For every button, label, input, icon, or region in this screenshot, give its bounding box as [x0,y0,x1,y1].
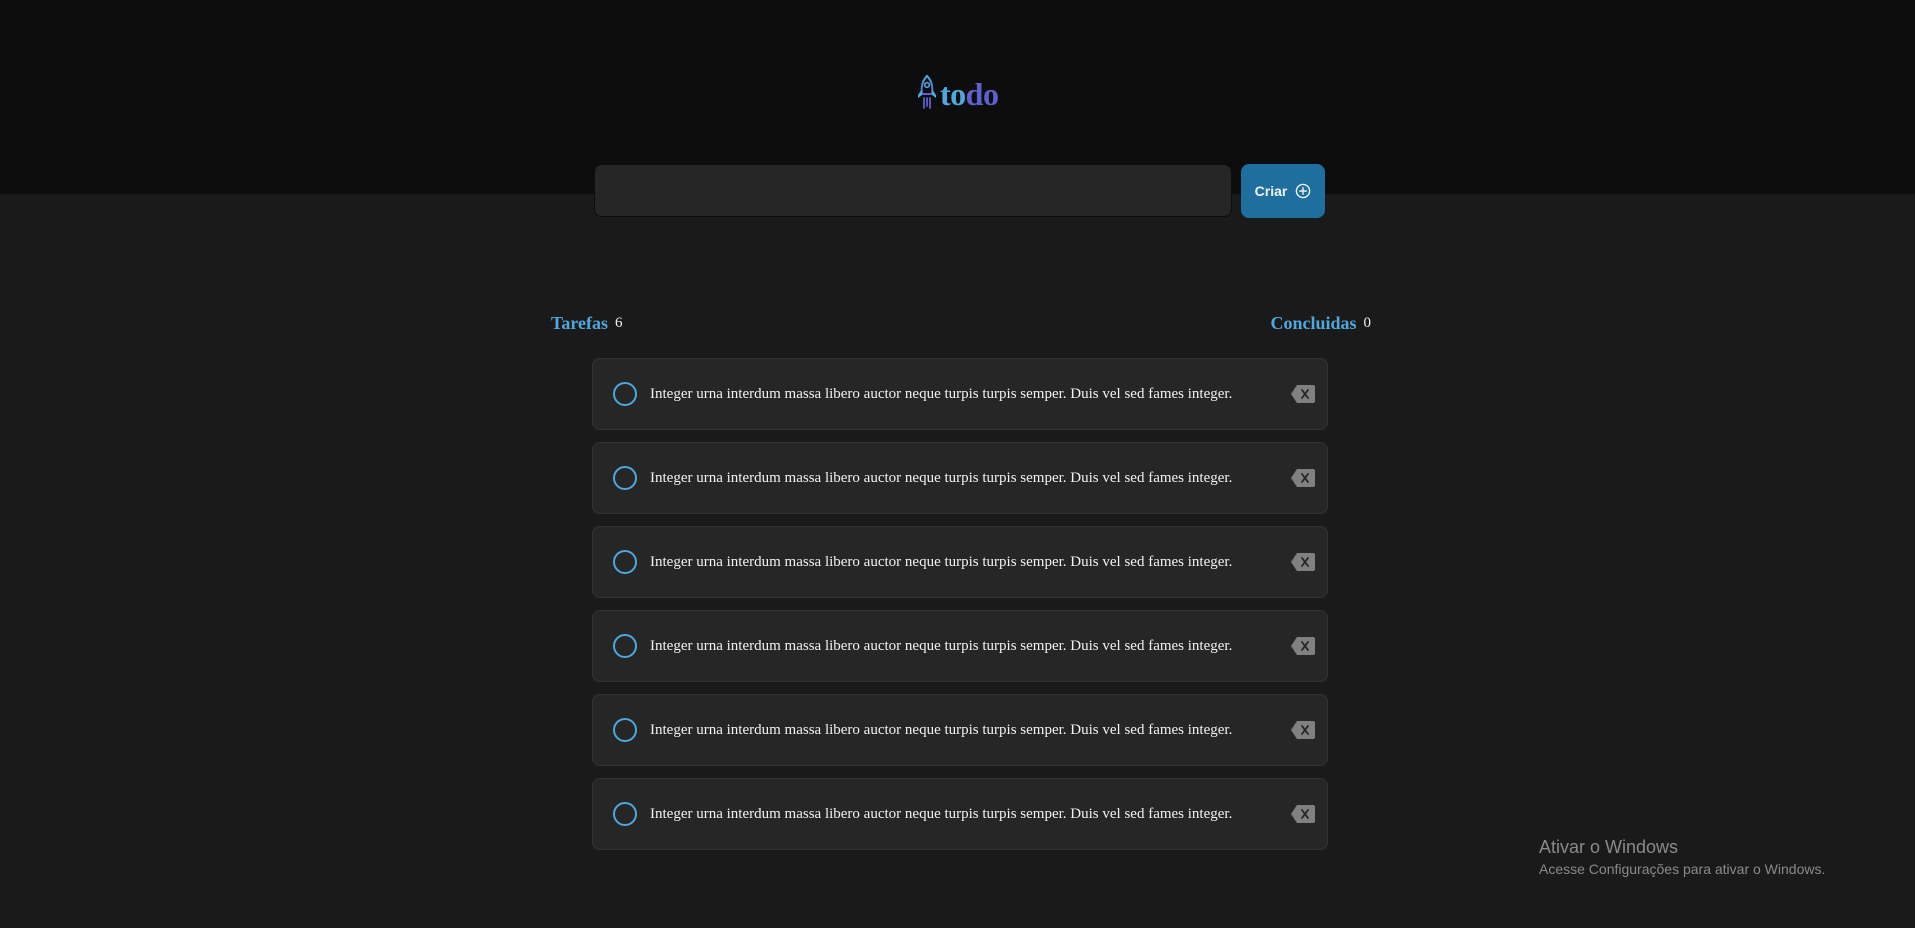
watermark-title: Ativar o Windows [1539,837,1679,857]
created-counter-label: Tarefas [551,312,609,333]
task-checkbox[interactable] [613,802,637,826]
task-text: Integer urna interdum massa libero aucto… [650,553,1233,570]
new-task-input[interactable] [594,164,1232,217]
trash-icon[interactable] [1289,548,1317,576]
task-list: Integer urna interdum massa libero aucto… [592,358,1328,850]
trash-icon[interactable] [1289,800,1317,828]
task-item: Integer urna interdum massa libero aucto… [592,694,1328,766]
trash-icon[interactable] [1289,380,1317,408]
created-counter-value: 6 [615,314,623,331]
plus-circle-icon [1295,183,1311,199]
task-text: Integer urna interdum massa libero aucto… [650,637,1233,654]
trash-icon[interactable] [1289,464,1317,492]
create-button[interactable]: Criar [1241,164,1325,218]
task-checkbox[interactable] [613,466,637,490]
task-item: Integer urna interdum massa libero aucto… [592,526,1328,598]
done-counter-value: 0 [1363,314,1372,331]
task-checkbox[interactable] [613,634,637,658]
task-checkbox[interactable] [613,382,637,406]
logo-text-to: to [940,76,966,112]
create-button-label: Criar [1254,183,1288,199]
created-counter: Tarefas 6 [551,313,623,334]
task-text: Integer urna interdum massa libero aucto… [650,721,1233,738]
trash-icon[interactable] [1289,716,1317,744]
rocket-icon [916,74,938,115]
logo-wordmark: todo [940,74,999,114]
watermark-subtitle: Acesse Configurações para ativar o Windo… [1539,861,1826,877]
task-item: Integer urna interdum massa libero aucto… [592,610,1328,682]
new-task-form: Criar [594,164,1325,218]
task-text: Integer urna interdum massa libero aucto… [650,469,1233,486]
task-text: Integer urna interdum massa libero aucto… [650,805,1233,822]
task-item: Integer urna interdum massa libero aucto… [592,778,1328,850]
task-text: Integer urna interdum massa libero aucto… [650,385,1233,402]
done-counter-label: Concluidas [1270,312,1357,333]
task-item: Integer urna interdum massa libero aucto… [592,358,1328,430]
logo-text-do: do [965,76,999,112]
trash-icon[interactable] [1289,632,1317,660]
windows-activation-watermark: Ativar o Windows Acesse Configurações pa… [1539,836,1825,879]
task-checkbox[interactable] [613,550,637,574]
app-logo: todo [916,72,999,116]
task-item: Integer urna interdum massa libero aucto… [592,442,1328,514]
task-counters: Tarefas 6 Concluidas 0 [551,310,1371,336]
done-counter: Concluidas 0 [1270,313,1371,334]
task-checkbox[interactable] [613,718,637,742]
